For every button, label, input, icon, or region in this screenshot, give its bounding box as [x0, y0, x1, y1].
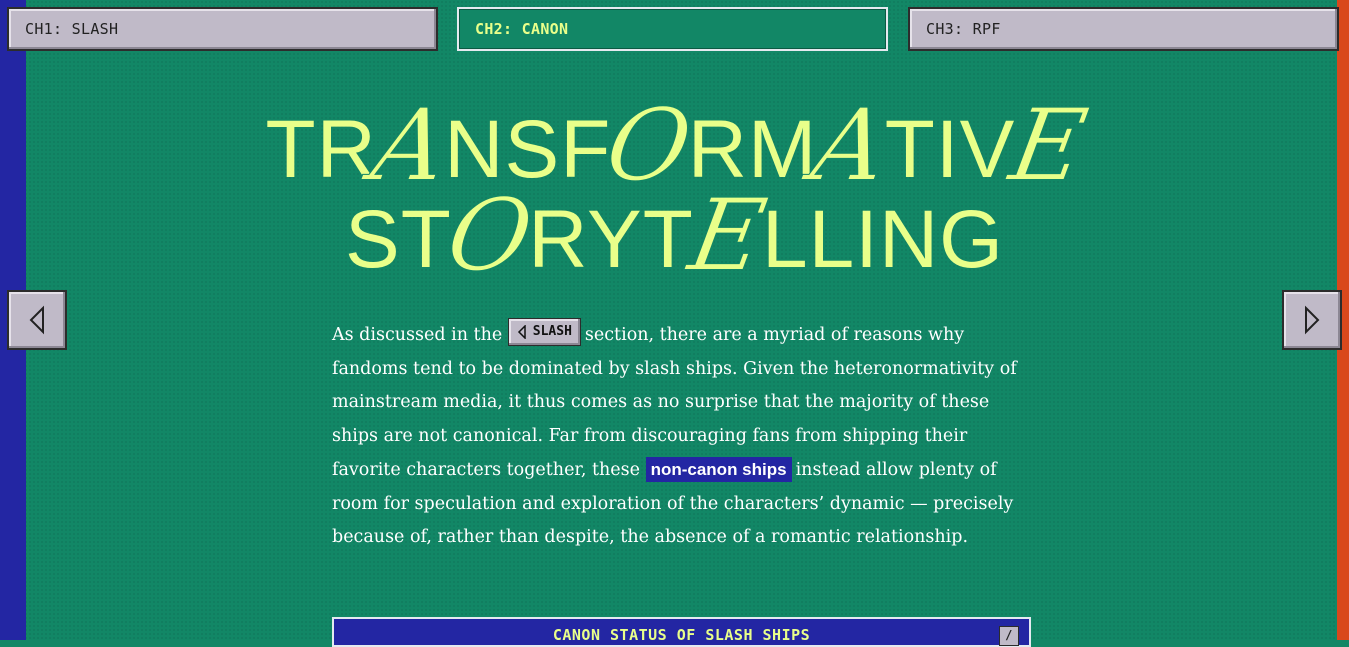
page-title-line-2: STORYTELLING — [0, 177, 1349, 294]
next-page-button[interactable] — [1282, 290, 1342, 350]
title-segment: TR — [265, 104, 377, 195]
slash-chapter-link[interactable]: SLASH — [507, 318, 581, 346]
canon-status-panel-header: CANON STATUS OF SLASH SHIPS / — [332, 617, 1031, 647]
title-swash-letter: A — [364, 87, 458, 204]
tab-ch1-slash[interactable]: CH1: SLASH — [7, 7, 438, 51]
triangle-left-icon — [517, 325, 526, 339]
title-segment: ST — [345, 194, 452, 285]
prev-page-button[interactable] — [7, 290, 67, 350]
page-title-line-1: TRANSFORMATIVE — [0, 87, 1349, 204]
title-swash-letter: E — [1002, 87, 1097, 204]
title-swash-letter: O — [438, 177, 542, 294]
tab-ch2-canon[interactable]: CH2: CANON — [457, 7, 888, 51]
intro-paragraph: As discussed in the SLASH section, there … — [332, 318, 1032, 555]
title-swash-letter: O — [598, 87, 702, 204]
tab-ch3-rpf[interactable]: CH3: RPF — [908, 7, 1339, 51]
non-canon-ships-highlight: non-canon ships — [645, 457, 792, 482]
title-segment: LLING — [761, 194, 1004, 285]
panel-toggle-button[interactable]: / — [999, 626, 1019, 646]
triangle-left-icon — [29, 305, 44, 335]
title-segment: TIV — [884, 104, 1016, 195]
slash-chapter-link-label: SLASH — [532, 324, 572, 339]
title-swash-letter: E — [680, 177, 775, 294]
triangle-right-icon — [1305, 305, 1320, 335]
paragraph-text: As discussed in the — [332, 325, 508, 345]
title-swash-letter: A — [804, 87, 898, 204]
panel-title: CANON STATUS OF SLASH SHIPS — [552, 626, 811, 644]
title-segment: RYT — [528, 194, 694, 285]
